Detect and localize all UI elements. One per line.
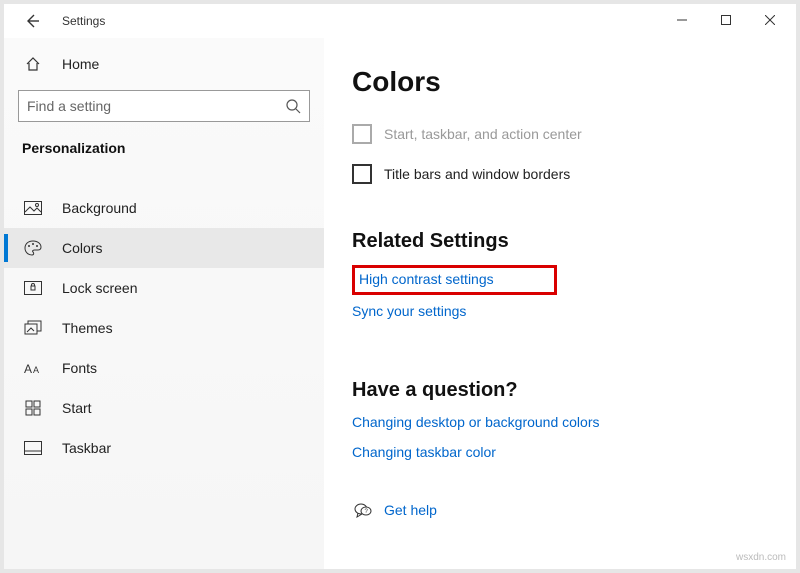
checkbox-icon [352,124,372,144]
get-help-row[interactable]: ? Get help [352,502,766,518]
picture-icon [24,201,42,215]
checkbox-label: Start, taskbar, and action center [384,126,582,142]
search-input[interactable] [27,98,285,114]
related-settings-heading: Related Settings [352,230,766,253]
arrow-left-icon [24,13,40,29]
minimize-icon [677,15,687,25]
sidebar: Home Personalization Background Colors [4,38,324,569]
back-button[interactable] [20,9,44,33]
link-help-desktop-colors[interactable]: Changing desktop or background colors [352,414,600,430]
home-label: Home [62,56,99,72]
sidebar-item-fonts[interactable]: AA Fonts [4,348,324,388]
checkbox-icon[interactable] [352,164,372,184]
start-icon [25,400,41,416]
checkbox-start-taskbar: Start, taskbar, and action center [352,124,766,144]
link-get-help[interactable]: Get help [384,502,437,518]
sidebar-item-start[interactable]: Start [4,388,324,428]
sidebar-item-themes[interactable]: Themes [4,308,324,348]
sidebar-item-label: Fonts [62,360,97,376]
lockscreen-icon [24,281,42,295]
minimize-button[interactable] [660,6,704,34]
sidebar-item-colors[interactable]: Colors [4,228,324,268]
highlight-box: High contrast settings [352,265,557,295]
sidebar-item-taskbar[interactable]: Taskbar [4,428,324,468]
fonts-icon: AA [24,361,42,375]
svg-text:A: A [33,365,39,375]
sidebar-item-lockscreen[interactable]: Lock screen [4,268,324,308]
section-header: Personalization [4,136,324,172]
home-icon [25,56,41,72]
sidebar-item-label: Start [62,400,92,416]
sidebar-item-label: Taskbar [62,440,111,456]
checkbox-titlebars[interactable]: Title bars and window borders [352,164,766,184]
window-title: Settings [62,14,105,28]
close-icon [765,15,775,25]
search-icon [285,98,301,114]
link-high-contrast[interactable]: High contrast settings [359,271,494,287]
watermark: wsxdn.com [736,552,786,563]
palette-icon [24,240,42,256]
maximize-button[interactable] [704,6,748,34]
themes-icon [24,320,42,336]
sidebar-item-label: Background [62,200,137,216]
sidebar-item-label: Lock screen [62,280,137,296]
link-help-taskbar-color[interactable]: Changing taskbar color [352,444,496,460]
checkbox-label: Title bars and window borders [384,166,570,182]
close-button[interactable] [748,6,792,34]
main-content: Colors Start, taskbar, and action center… [324,38,796,569]
taskbar-icon [24,441,42,455]
sidebar-item-label: Themes [62,320,113,336]
question-heading: Have a question? [352,379,766,402]
sidebar-item-background[interactable]: Background [4,188,324,228]
window-controls [660,6,792,34]
maximize-icon [721,15,731,25]
svg-text:A: A [24,362,32,375]
home-nav[interactable]: Home [4,48,324,80]
page-title: Colors [352,66,766,98]
link-sync-settings[interactable]: Sync your settings [352,303,466,319]
search-box[interactable] [18,90,310,122]
chat-help-icon: ? [354,502,372,518]
sidebar-item-label: Colors [62,240,102,256]
titlebar: Settings [4,4,796,38]
